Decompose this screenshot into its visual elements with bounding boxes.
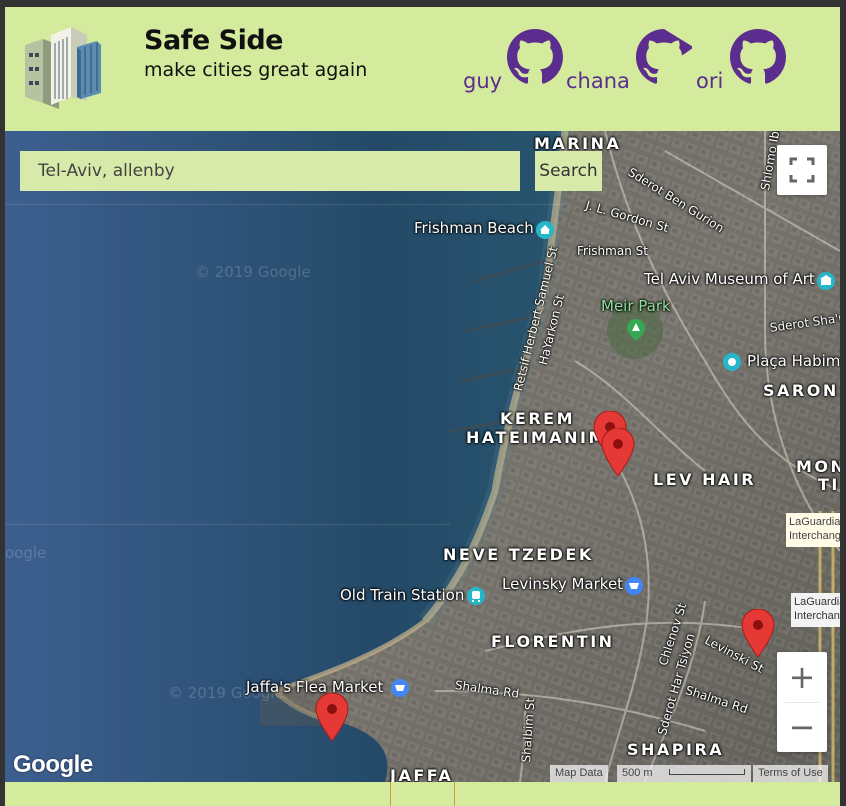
park-icon <box>627 319 645 341</box>
search-input[interactable] <box>20 151 520 191</box>
district-label: TI <box>818 475 840 494</box>
terms-link[interactable]: Terms of Use <box>753 765 828 782</box>
district-label: FLORENTIN <box>491 632 615 651</box>
place-label: Levinsky Market <box>502 575 624 593</box>
shopping-icon <box>391 679 409 697</box>
district-label: HATEIMANIM <box>466 428 607 447</box>
app-frame: Safe Side make cities great again guy ch… <box>5 7 840 806</box>
train-station-icon <box>467 587 485 605</box>
scale-line <box>669 769 745 775</box>
github-icon[interactable] <box>636 29 692 85</box>
beach-icon <box>536 221 554 239</box>
search-button[interactable]: Search <box>535 151 602 191</box>
museum-icon <box>817 272 835 290</box>
district-label: SARON <box>763 381 839 400</box>
bottom-bar <box>5 782 840 806</box>
city-logo-icon <box>25 27 101 109</box>
author-link-ori[interactable]: ori <box>696 69 723 93</box>
github-icon[interactable] <box>730 29 786 85</box>
district-label: MON <box>796 457 840 476</box>
place-label: Meir Park <box>601 297 671 315</box>
satellite-map[interactable]: © 2019 Google oogle © 2019 Google MARINA… <box>5 131 840 782</box>
place-label: Tel Aviv Museum of Art <box>644 270 815 288</box>
district-label: LEV HAIR <box>653 470 757 489</box>
fullscreen-button[interactable] <box>777 145 827 195</box>
app-title: Safe Side <box>144 25 283 56</box>
map-marker[interactable] <box>741 609 775 659</box>
app-subtitle: make cities great again <box>144 59 368 81</box>
map-watermark: oogle <box>5 544 47 562</box>
github-icon[interactable] <box>507 29 563 85</box>
fullscreen-icon <box>789 157 815 183</box>
author-link-chana[interactable]: chana <box>566 69 630 93</box>
scale-label: 500 m <box>622 767 653 779</box>
district-label: NEVE TZEDEK <box>443 545 594 564</box>
theater-icon <box>723 353 741 371</box>
map-watermark: © 2019 Google <box>195 263 311 281</box>
street-label: Frishman St <box>577 244 648 258</box>
zoom-in-button[interactable]: + <box>777 652 827 702</box>
bottom-tab[interactable] <box>390 782 455 806</box>
zoom-control: + − <box>777 652 827 752</box>
district-label: SHAPIRA <box>627 740 725 759</box>
district-label: JAFFA <box>390 766 454 782</box>
scale-bar[interactable]: 500 m <box>617 765 751 782</box>
map-data-link[interactable]: Map Data <box>550 765 608 782</box>
zoom-out-button[interactable]: − <box>777 702 827 752</box>
shopping-icon <box>625 577 643 595</box>
header: Safe Side make cities great again guy ch… <box>5 7 840 131</box>
author-link-guy[interactable]: guy <box>463 69 502 93</box>
map-marker[interactable] <box>315 693 349 743</box>
interchange-label: LaGuardia Interchange <box>786 513 840 547</box>
google-logo[interactable]: Google <box>13 751 93 779</box>
place-label: Frishman Beach <box>414 219 534 237</box>
map-marker[interactable] <box>601 428 635 478</box>
district-label: KEREM <box>500 409 575 428</box>
place-label: Plaça Habima <box>747 352 840 370</box>
interchange-label: LaGuardia Interchange <box>791 593 840 627</box>
place-label: Old Train Station <box>340 586 465 604</box>
